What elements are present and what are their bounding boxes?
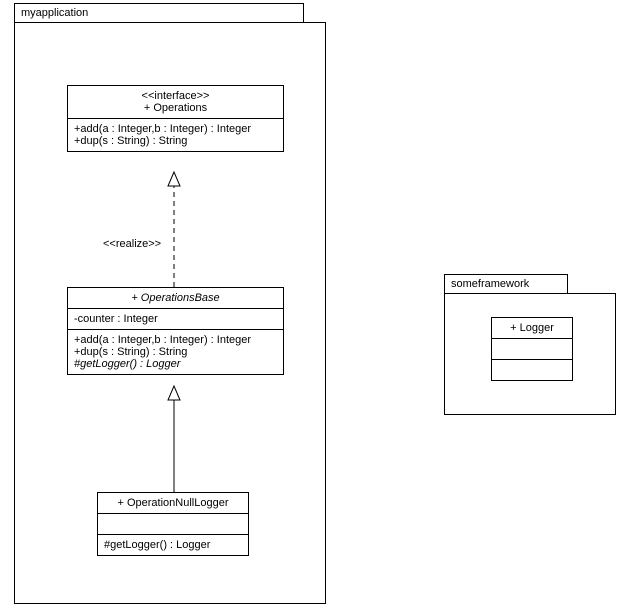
class-operations-base-title: + OperationsBase [68,288,283,309]
package-framework-tab: someframework [444,274,568,293]
class-null-logger-name: + OperationNullLogger [118,497,229,509]
class-null-logger: + OperationNullLogger #getLogger() : Log… [97,492,249,556]
class-operations-methods: +add(a : Integer,b : Integer) : Integer … [68,119,283,151]
package-app-tab: myapplication [14,3,304,22]
class-operations-base-methods: +add(a : Integer,b : Integer) : Integer … [68,330,283,374]
method-row: +add(a : Integer,b : Integer) : Integer [74,123,277,135]
class-logger: + Logger [491,317,573,381]
class-operations: <<interface>> + Operations +add(a : Inte… [67,85,284,152]
method-row: +dup(s : String) : String [74,346,277,358]
class-operations-title: <<interface>> + Operations [68,86,283,119]
class-operations-base-name: + OperationsBase [131,292,219,304]
class-logger-name: + Logger [510,322,554,334]
class-null-logger-attrs [98,514,248,535]
method-row: +dup(s : String) : String [74,135,277,147]
class-operations-base: + OperationsBase -counter : Integer +add… [67,287,284,375]
relation-realize-label: <<realize>> [103,238,161,250]
class-logger-attrs [492,339,572,360]
class-operations-base-attrs: -counter : Integer [68,309,283,330]
class-operations-stereotype: <<interface>> [74,90,277,102]
package-framework-name: someframework [451,278,529,290]
class-logger-methods [492,360,572,380]
method-row: #getLogger() : Logger [74,358,277,370]
class-logger-title: + Logger [492,318,572,339]
package-app-name: myapplication [21,7,88,19]
method-row: #getLogger() : Logger [104,539,242,551]
method-row: +add(a : Integer,b : Integer) : Integer [74,334,277,346]
class-null-logger-title: + OperationNullLogger [98,493,248,514]
class-null-logger-methods: #getLogger() : Logger [98,535,248,555]
attr-row: -counter : Integer [74,313,277,325]
uml-diagram: myapplication someframework <<interface>… [0,0,634,610]
class-operations-name: + Operations [74,102,277,114]
